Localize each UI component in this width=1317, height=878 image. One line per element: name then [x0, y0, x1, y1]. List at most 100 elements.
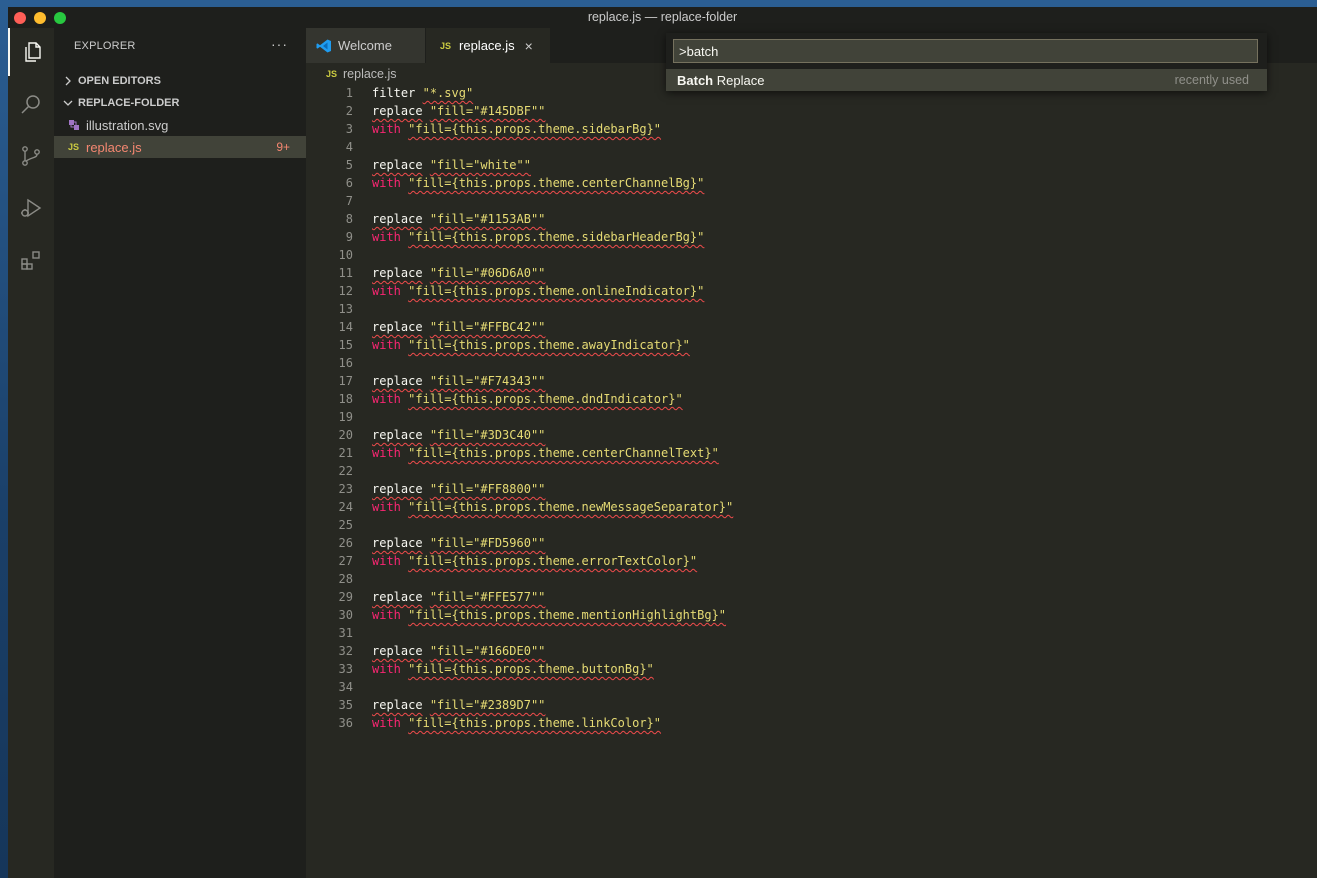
- code-token: "fill="#F74343"": [429, 374, 546, 388]
- code-token: "fill={this.props.theme.dndIndicator}": [408, 392, 683, 406]
- editor-area: Welcome JS replace.js × JS replace.js 1 f…: [306, 28, 1317, 878]
- line-content: with "fill={this.props.theme.linkColor}": [372, 714, 661, 732]
- line-number: 10: [338, 248, 353, 262]
- line-number: 19: [338, 410, 353, 424]
- line-number: 36: [338, 716, 353, 730]
- code-line[interactable]: 4: [306, 138, 1306, 156]
- line-content: replace "fill="#FFBC42"": [372, 318, 545, 336]
- code-line[interactable]: 26 replace "fill="#FD5960"": [306, 534, 1306, 552]
- line-number: 16: [338, 356, 353, 370]
- code-line[interactable]: 24 with "fill={this.props.theme.newMessag…: [306, 498, 1306, 516]
- code-line[interactable]: 27 with "fill={this.props.theme.errorText…: [306, 552, 1306, 570]
- breadcrumb: JS replace.js: [326, 67, 397, 81]
- code-token: "fill={this.props.theme.linkColor}": [408, 716, 662, 730]
- code-line[interactable]: 11 replace "fill="#06D6A0"": [306, 264, 1306, 282]
- code-line[interactable]: 14 replace "fill="#FFBC42"": [306, 318, 1306, 336]
- code-token: "fill="white"": [429, 158, 531, 172]
- code-line[interactable]: 34: [306, 678, 1306, 696]
- code-token: with: [372, 608, 401, 622]
- code-token: replace: [372, 698, 423, 712]
- line-number: 33: [338, 662, 353, 676]
- code-line[interactable]: 33 with "fill={this.props.theme.buttonBg}…: [306, 660, 1306, 678]
- code-line[interactable]: 31: [306, 624, 1306, 642]
- code-line[interactable]: 16: [306, 354, 1306, 372]
- code-token: "fill={this.props.theme.centerChannelBg}…: [408, 176, 705, 190]
- close-tab-button[interactable]: ×: [525, 38, 533, 54]
- code-line[interactable]: 6 with "fill={this.props.theme.centerChan…: [306, 174, 1306, 192]
- line-number: 4: [345, 140, 353, 154]
- line-content: replace "fill="white"": [372, 156, 531, 174]
- code-line[interactable]: 13: [306, 300, 1306, 318]
- code-token: with: [372, 176, 401, 190]
- line-number: 12: [338, 284, 353, 298]
- vscode-window: replace.js — replace-folder EXPLORER ···…: [8, 7, 1317, 878]
- line-number: 21: [338, 446, 353, 460]
- more-actions-button[interactable]: ···: [271, 36, 288, 52]
- line-content: with "fill={this.props.theme.dndIndicato…: [372, 390, 683, 408]
- folder-section[interactable]: REPLACE-FOLDER: [54, 92, 306, 114]
- code-line[interactable]: 19: [306, 408, 1306, 426]
- code-token: "fill="#2389D7"": [429, 698, 546, 712]
- code-line[interactable]: 12 with "fill={this.props.theme.onlineInd…: [306, 282, 1306, 300]
- code-token: replace: [372, 644, 423, 658]
- code-line[interactable]: 21 with "fill={this.props.theme.centerCha…: [306, 444, 1306, 462]
- line-content: with "fill={this.props.theme.errorTextCo…: [372, 552, 697, 570]
- code-line[interactable]: 23 replace "fill="#FF8800"": [306, 480, 1306, 498]
- run-debug-activity-button[interactable]: [8, 184, 54, 232]
- breadcrumb-file[interactable]: replace.js: [343, 67, 397, 81]
- run-debug-icon: [21, 198, 42, 218]
- title-bar: replace.js — replace-folder: [8, 7, 1317, 28]
- code-line[interactable]: 7: [306, 192, 1306, 210]
- code-token: "fill={this.props.theme.mentionHighlight…: [408, 608, 727, 622]
- code-line[interactable]: 28: [306, 570, 1306, 588]
- code-line[interactable]: 29 replace "fill="#FFE577"": [306, 588, 1306, 606]
- code-line[interactable]: 25: [306, 516, 1306, 534]
- code-token: replace: [372, 536, 423, 550]
- line-content: replace "fill="#FF8800"": [372, 480, 545, 498]
- source-control-activity-button[interactable]: [8, 132, 54, 180]
- window-title: replace.js — replace-folder: [587, 10, 738, 24]
- code-token: replace: [372, 104, 423, 118]
- code-line[interactable]: 30 with "fill={this.props.theme.mentionHi…: [306, 606, 1306, 624]
- code-line[interactable]: 36 with "fill={this.props.theme.linkColor…: [306, 714, 1306, 732]
- tab-replace-js[interactable]: JS replace.js ×: [426, 28, 550, 63]
- code-token: "fill={this.props.theme.sidebarBg}": [408, 122, 662, 136]
- explorer-activity-button[interactable]: [8, 28, 54, 76]
- code-line[interactable]: 22: [306, 462, 1306, 480]
- code-line[interactable]: 5 replace "fill="white"": [306, 156, 1306, 174]
- code-token: "fill="#FF8800"": [429, 482, 546, 496]
- line-content: replace "fill="#166DE0"": [372, 642, 545, 660]
- file-item-replace-js[interactable]: JS replace.js 9+: [54, 136, 306, 158]
- chevron-right-icon: [65, 76, 71, 86]
- code-token: "fill="#1153AB"": [429, 212, 546, 226]
- code-token: replace: [372, 212, 423, 226]
- search-activity-button[interactable]: [8, 80, 54, 128]
- code-line[interactable]: 9 with "fill={this.props.theme.sidebarHea…: [306, 228, 1306, 246]
- file-item-illustration[interactable]: illustration.svg: [54, 114, 306, 136]
- code-token: with: [372, 662, 401, 676]
- tab-welcome[interactable]: Welcome: [306, 28, 425, 63]
- command-palette-input[interactable]: [673, 39, 1258, 63]
- code-line[interactable]: 2 replace "fill="#145DBF"": [306, 102, 1306, 120]
- code-line[interactable]: 15 with "fill={this.props.theme.awayIndic…: [306, 336, 1306, 354]
- code-line[interactable]: 32 replace "fill="#166DE0"": [306, 642, 1306, 660]
- code-line[interactable]: 35 replace "fill="#2389D7"": [306, 696, 1306, 714]
- code-line[interactable]: 17 replace "fill="#F74343"": [306, 372, 1306, 390]
- open-editors-section[interactable]: OPEN EDITORS: [54, 70, 306, 92]
- code-token: "fill={this.props.theme.newMessageSepara…: [408, 500, 734, 514]
- code-token: replace: [372, 266, 423, 280]
- file-name: replace.js: [86, 139, 142, 155]
- code-line[interactable]: 18 with "fill={this.props.theme.dndIndica…: [306, 390, 1306, 408]
- tab-label: replace.js: [459, 38, 515, 53]
- code-line[interactable]: 10: [306, 246, 1306, 264]
- extensions-activity-button[interactable]: [8, 236, 54, 284]
- line-number: 25: [338, 518, 353, 532]
- code-line[interactable]: 3 with "fill={this.props.theme.sidebarBg}…: [306, 120, 1306, 138]
- line-content: with "fill={this.props.theme.sidebarHead…: [372, 228, 704, 246]
- js-file-icon: JS: [326, 69, 338, 79]
- code-line[interactable]: 8 replace "fill="#1153AB"": [306, 210, 1306, 228]
- code-line[interactable]: 20 replace "fill="#3D3C40"": [306, 426, 1306, 444]
- command-result-batch-replace[interactable]: Batch Replace recently used: [666, 69, 1267, 91]
- line-number: 30: [338, 608, 353, 622]
- source-control-icon: [22, 146, 40, 166]
